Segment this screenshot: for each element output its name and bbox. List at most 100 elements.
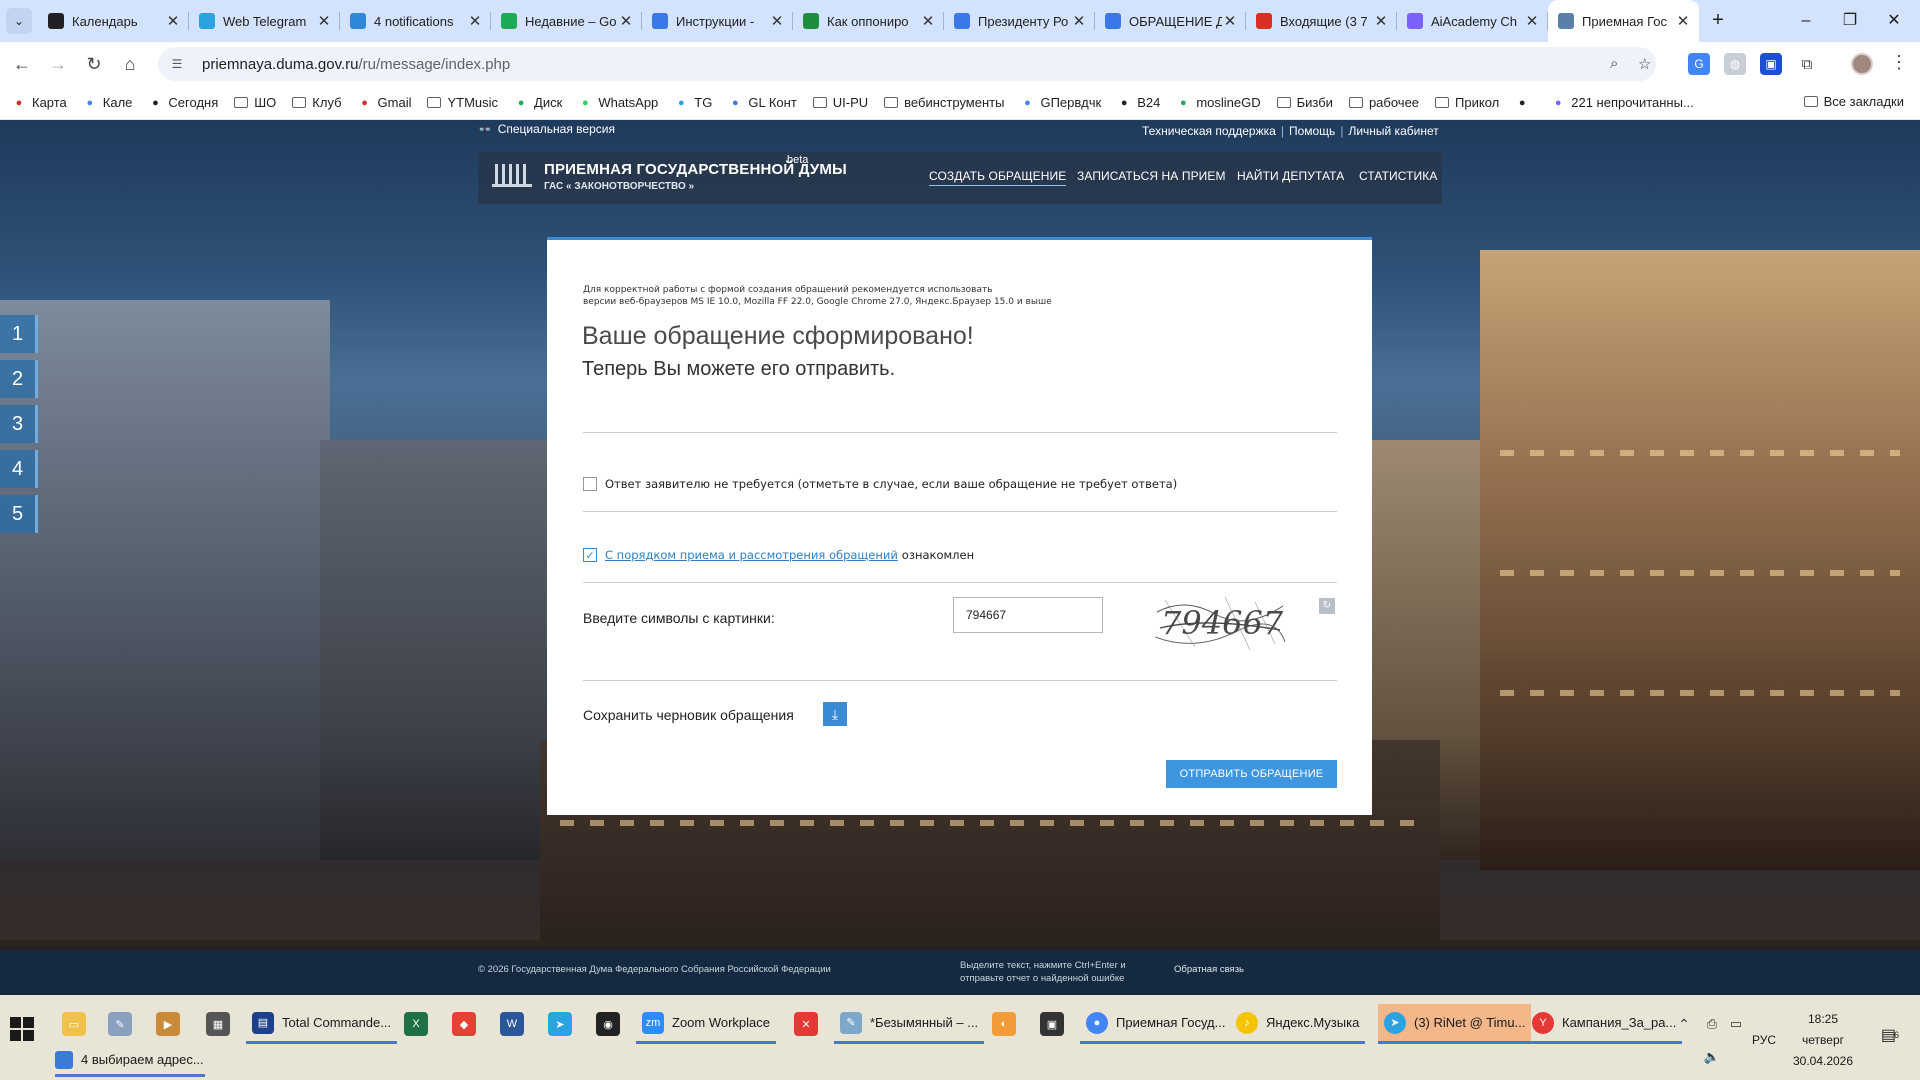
bookmark-3[interactable]: ● Сегодня bbox=[148, 95, 218, 110]
site-info-icon[interactable]: ☰ bbox=[168, 57, 186, 71]
taskbar-app-paint[interactable]: ✎ *Безымянный – ... bbox=[834, 1004, 985, 1044]
file-explorer-icon[interactable]: ▭ bbox=[62, 1012, 86, 1036]
tab-close-icon[interactable]: ✕ bbox=[316, 12, 332, 30]
bookmark-1[interactable]: ● Карта bbox=[12, 95, 67, 110]
network-icon[interactable]: ▭ bbox=[1724, 1012, 1748, 1036]
account-link[interactable]: Личный кабинет bbox=[1348, 124, 1438, 138]
reload-button[interactable]: ↻ bbox=[80, 50, 108, 78]
bookmark-17[interactable]: Бизби bbox=[1276, 95, 1333, 110]
tab-close-icon[interactable]: ✕ bbox=[1071, 12, 1087, 30]
tab-8[interactable]: ОБРАЩЕНИЕ Д ✕ bbox=[1095, 0, 1246, 42]
tab-close-icon[interactable]: ✕ bbox=[1373, 12, 1389, 30]
bookmark-15[interactable]: ● B24 bbox=[1117, 95, 1160, 110]
windows-start-icon[interactable] bbox=[10, 1017, 36, 1043]
telegram-icon[interactable]: ➤ bbox=[548, 1012, 572, 1036]
tab-7[interactable]: Президенту Ро ✕ bbox=[944, 0, 1095, 42]
nav-find-deputy[interactable]: НАЙТИ ДЕПУТАТА bbox=[1237, 169, 1344, 183]
tab-search-button[interactable]: ⌄ bbox=[6, 8, 32, 34]
bookmark-12[interactable]: UI-PU bbox=[812, 95, 868, 110]
bookmark-4[interactable]: ШО bbox=[234, 95, 276, 110]
back-button[interactable]: ← bbox=[8, 50, 36, 78]
save-draft-button[interactable]: ⤓ bbox=[823, 702, 847, 726]
bookmark-6[interactable]: ● Gmail bbox=[358, 95, 411, 110]
feedback-link[interactable]: Обратная связь bbox=[1174, 964, 1244, 975]
nav-create-appeal[interactable]: СОЗДАТЬ ОБРАЩЕНИЕ bbox=[929, 169, 1067, 186]
paint-icon[interactable]: ✎ bbox=[108, 1012, 132, 1036]
restore-button[interactable]: ❐ bbox=[1830, 8, 1870, 34]
tab-close-icon[interactable]: ✕ bbox=[1675, 12, 1691, 30]
rules-link[interactable]: С порядком приема и рассмотрения обращен… bbox=[605, 548, 898, 562]
mic-icon[interactable]: ⎙ bbox=[1700, 1012, 1724, 1036]
duma-logo-icon[interactable] bbox=[492, 161, 532, 187]
no-reply-label[interactable]: Ответ заявителю не требуется (отметьте в… bbox=[605, 477, 1177, 491]
taskbar-app-yandex-music[interactable]: ♪ Яндекс.Музыка bbox=[1230, 1004, 1366, 1044]
taskbar-app-chrome[interactable]: ● Приемная Госуд... bbox=[1080, 1004, 1232, 1044]
bookmark-8[interactable]: ● Диск bbox=[514, 95, 563, 110]
rules-checkbox[interactable]: ✓ bbox=[583, 548, 597, 562]
taskbar-app-telegram[interactable]: ➤ (3) RiNet @ Timu... bbox=[1378, 1004, 1532, 1044]
bookmark-14[interactable]: ● GПервдчк bbox=[1020, 95, 1101, 110]
help-link[interactable]: Помощь bbox=[1289, 124, 1335, 138]
bookmark-11[interactable]: ● GL Конт bbox=[728, 95, 797, 110]
taskbar-app-address[interactable]: 4 выбираем адрес... bbox=[55, 1045, 205, 1077]
excel-icon[interactable]: X bbox=[404, 1012, 428, 1036]
tab-5[interactable]: Инструкции - ✕ bbox=[642, 0, 793, 42]
bookmark-19[interactable]: Прикол bbox=[1435, 95, 1499, 110]
all-bookmarks-button[interactable]: Все закладки bbox=[1803, 94, 1904, 109]
language-indicator[interactable]: РУС bbox=[1752, 1033, 1776, 1047]
xmind-icon[interactable]: ✕ bbox=[794, 1012, 818, 1036]
close-window-button[interactable]: ✕ bbox=[1874, 8, 1914, 34]
tab-close-icon[interactable]: ✕ bbox=[165, 12, 181, 30]
zoom-icon[interactable]: ⌕ bbox=[1610, 55, 1618, 72]
nav-statistics[interactable]: СТАТИСТИКА bbox=[1359, 169, 1437, 183]
tab-close-icon[interactable]: ✕ bbox=[920, 12, 936, 30]
bookmark-2[interactable]: ● Кале bbox=[83, 95, 132, 110]
tab-3[interactable]: 4 notifications ✕ bbox=[340, 0, 491, 42]
browser-menu-icon[interactable]: ⋮ bbox=[1890, 52, 1908, 73]
step-3[interactable]: 3 bbox=[0, 405, 38, 443]
tab-11[interactable]: Приемная Гос ✕ bbox=[1548, 0, 1699, 42]
bookmark-star-icon[interactable]: ☆ bbox=[1638, 55, 1651, 73]
vlc-icon[interactable]: ◐ bbox=[992, 1012, 1016, 1036]
speaker-icon[interactable]: 🔈 bbox=[1700, 1045, 1724, 1069]
bookmark-16[interactable]: ● moslineGD bbox=[1176, 95, 1261, 110]
tab-close-icon[interactable]: ✕ bbox=[1524, 12, 1540, 30]
step-1[interactable]: 1 bbox=[0, 315, 38, 353]
bookmark-10[interactable]: ● TG bbox=[674, 95, 712, 110]
step-2[interactable]: 2 bbox=[0, 360, 38, 398]
taskbar-app-zoom[interactable]: zm Zoom Workplace bbox=[636, 1004, 777, 1044]
url-text[interactable]: priemnaya.duma.gov.ru/ru/message/index.p… bbox=[202, 56, 510, 73]
terminal-icon[interactable]: ▣ bbox=[1040, 1012, 1064, 1036]
tab-close-icon[interactable]: ✕ bbox=[1222, 12, 1238, 30]
tab-1[interactable]: Календарь ✕ bbox=[38, 0, 189, 42]
tab-close-icon[interactable]: ✕ bbox=[467, 12, 483, 30]
extensions-puzzle-icon[interactable]: ⧉ bbox=[1796, 53, 1818, 75]
minimize-button[interactable]: – bbox=[1786, 8, 1826, 34]
new-tab-button[interactable]: + bbox=[1706, 9, 1730, 33]
translate-extension-icon[interactable]: G bbox=[1688, 53, 1710, 75]
bookmark-5[interactable]: Клуб bbox=[292, 95, 342, 110]
bookmark-13[interactable]: вебинструменты bbox=[884, 95, 1004, 110]
tab-6[interactable]: Как оппониро ✕ bbox=[793, 0, 944, 42]
address-bar[interactable]: ☰ priemnaya.duma.gov.ru/ru/message/index… bbox=[158, 47, 1656, 81]
captcha-refresh-icon[interactable]: ↻ bbox=[1319, 598, 1335, 614]
tab-2[interactable]: Web Telegram ✕ bbox=[189, 0, 340, 42]
tab-10[interactable]: AiAcademy Ch ✕ bbox=[1397, 0, 1548, 42]
profile-avatar[interactable] bbox=[1851, 53, 1873, 75]
tab-close-icon[interactable]: ✕ bbox=[618, 12, 634, 30]
bookmark-7[interactable]: YTMusic bbox=[427, 95, 498, 110]
step-5[interactable]: 5 bbox=[0, 495, 38, 533]
tab-4[interactable]: Недавние – Go ✕ bbox=[491, 0, 642, 42]
word-icon[interactable]: W bbox=[500, 1012, 524, 1036]
notifications-icon[interactable]: ▤ 6 bbox=[1878, 1023, 1902, 1047]
home-button[interactable]: ⌂ bbox=[116, 50, 144, 78]
bookmark-9[interactable]: ● WhatsApp bbox=[578, 95, 658, 110]
taskbar-app-totalcmd[interactable]: ▤ Total Commande... bbox=[246, 1004, 398, 1044]
send-appeal-button[interactable]: ОТПРАВИТЬ ОБРАЩЕНИЕ bbox=[1166, 760, 1337, 788]
chevron-up-icon[interactable]: ⌃ bbox=[1672, 1012, 1696, 1036]
vpn-extension-icon[interactable]: ◍ bbox=[1724, 53, 1746, 75]
tab-9[interactable]: Входящие (3 7 ✕ bbox=[1246, 0, 1397, 42]
tab-close-icon[interactable]: ✕ bbox=[769, 12, 785, 30]
clock[interactable]: 18:25 четверг 30.04.2026 bbox=[1778, 1009, 1868, 1072]
step-4[interactable]: 4 bbox=[0, 450, 38, 488]
